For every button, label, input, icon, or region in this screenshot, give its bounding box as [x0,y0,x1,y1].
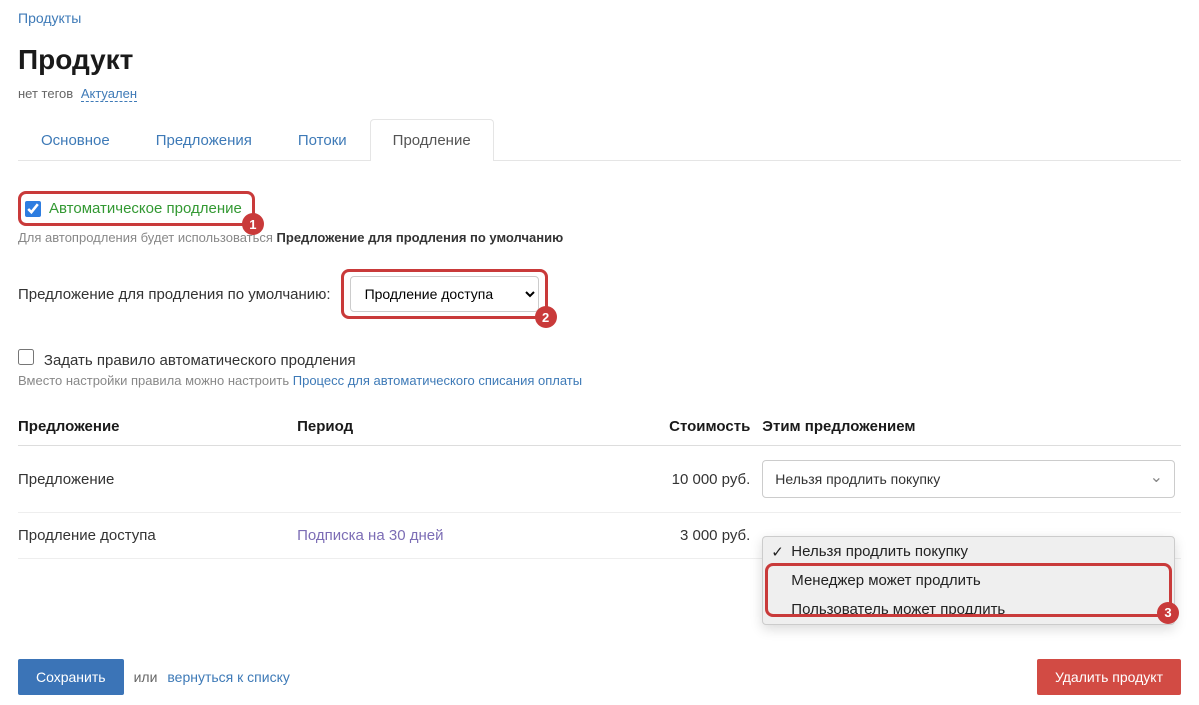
annotation-badge-2: 2 [535,306,557,328]
save-button[interactable]: Сохранить [18,659,124,695]
annotation-box-1: Автоматическое продление 1 [18,191,255,226]
auto-renewal-hint: Для автопродления будет использоваться П… [18,230,1181,245]
dropdown-option-1[interactable]: Нельзя продлить покупку [763,537,1174,566]
auto-renewal-checkbox[interactable] [25,201,41,217]
offers-table: Предложение Период Стоимость Этим предло… [18,408,1181,619]
th-cost: Стоимость [646,408,762,446]
rule-process-link[interactable]: Процесс для автоматического списания опл… [293,373,582,388]
cell-period: Подписка на 30 дней [297,513,646,559]
page-title: Продукт [18,44,1181,76]
tab-main[interactable]: Основное [18,119,133,161]
table-row: Продление доступа Подписка на 30 дней 3 … [18,513,1181,559]
row-action-select[interactable]: Нельзя продлить покупку [762,460,1175,498]
no-tags-label: нет тегов [18,86,73,101]
cell-cost: 3 000 руб. [646,513,762,559]
cell-offer: Предложение [18,446,297,513]
actual-link[interactable]: Актуален [81,86,137,102]
th-action: Этим предложением [762,408,1181,446]
dropdown-option-2[interactable]: Менеджер может продлить [763,566,1174,595]
cell-period [297,446,646,513]
auto-renewal-label: Автоматическое продление [49,200,242,217]
footer: Сохранить или вернуться к списку Удалить… [18,659,1181,695]
annotation-badge-1: 1 [242,213,264,235]
tab-renewal[interactable]: Продление [370,119,494,161]
tab-streams[interactable]: Потоки [275,119,370,161]
cell-offer: Продление доступа [18,513,297,559]
action-dropdown-panel: Нельзя продлить покупку Менеджер может п… [762,536,1175,625]
tags-row: нет тегов Актуален [18,86,1181,101]
cell-action: Нельзя продлить покупку Менеджер может п… [762,513,1181,559]
breadcrumb: Продукты [18,10,1181,26]
th-period: Период [297,408,646,446]
default-offer-select[interactable]: Продление доступа [350,276,539,312]
default-offer-label: Предложение для продления по умолчанию: [18,286,331,303]
th-offer: Предложение [18,408,297,446]
dropdown-option-3[interactable]: Пользователь может продлить [763,595,1174,624]
rule-hint: Вместо настройки правила можно настроить… [18,373,1181,388]
period-link[interactable]: Подписка на 30 дней [297,527,443,544]
annotation-box-2: Продление доступа 2 [341,269,548,319]
tab-offers[interactable]: Предложения [133,119,275,161]
delete-product-button[interactable]: Удалить продукт [1037,659,1181,695]
breadcrumb-products-link[interactable]: Продукты [18,10,81,26]
table-row: Предложение 10 000 руб. Нельзя продлить … [18,446,1181,513]
cell-action: Нельзя продлить покупку [762,446,1181,513]
tabs: Основное Предложения Потоки Продление [18,119,1181,161]
rule-checkbox[interactable] [18,349,34,365]
or-label: или [134,669,158,685]
back-link[interactable]: вернуться к списку [167,669,289,685]
rule-label: Задать правило автоматического продления [44,352,356,369]
cell-cost: 10 000 руб. [646,446,762,513]
